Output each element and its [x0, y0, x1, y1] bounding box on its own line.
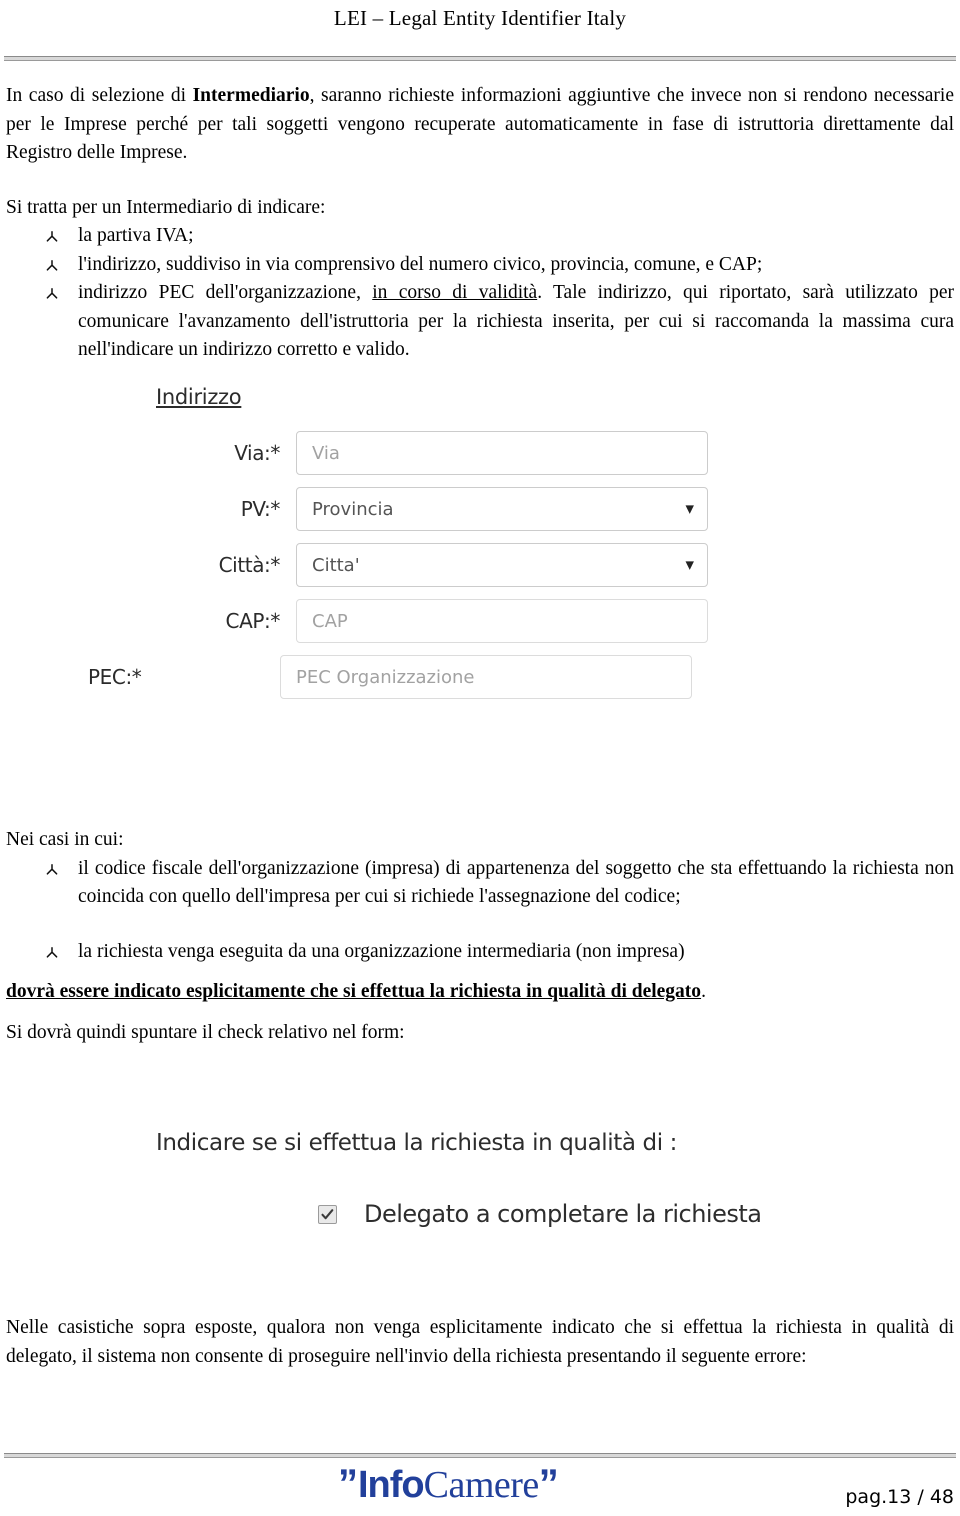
- paragraph-part-a: In caso di selezione di: [6, 85, 193, 106]
- form-row-via: Via:* Via: [150, 431, 810, 475]
- screenshot-indirizzo-form: Indirizzo Via:* Via PV:* Provincia ▼ Cit…: [88, 385, 810, 730]
- label-citta: Città:*: [218, 553, 281, 577]
- check-section-title: Indicare se si effettua la richiesta in …: [156, 1130, 677, 1156]
- input-cap[interactable]: CAP: [296, 599, 708, 643]
- footer-divider: [4, 1453, 956, 1458]
- logo-info-text: Info: [358, 1464, 425, 1506]
- page-number: pag.13 / 48: [845, 1486, 954, 1508]
- screenshot-delegato-check: Indicare se si effettua la richiesta in …: [150, 1130, 830, 1260]
- select-citta-value: Citta': [312, 554, 360, 576]
- chevron-down-icon: ▼: [685, 558, 694, 572]
- list-item-part-a: indirizzo PEC dell'organizzazione,: [78, 282, 373, 303]
- chevron-down-icon: ▼: [685, 502, 694, 516]
- select-citta[interactable]: Citta' ▼: [296, 543, 708, 587]
- wingding-bullet-icon: [44, 222, 60, 250]
- checkmark-icon: [321, 1208, 334, 1219]
- list-item-label: l'indirizzo, suddiviso in via comprensiv…: [78, 253, 763, 275]
- list-item-underlined-phrase: in corso di validità: [372, 282, 538, 303]
- document-page: LEI – Legal Entity Identifier Italy In c…: [0, 0, 960, 1516]
- input-pec[interactable]: PEC Organizzazione: [280, 655, 692, 699]
- wingding-bullet-icon: [44, 251, 60, 279]
- paragraph-nei-casi: Nei casi in cui:: [6, 829, 124, 850]
- wingding-bullet-icon: [44, 938, 60, 966]
- checkbox-delegato[interactable]: [318, 1204, 337, 1224]
- wingding-bullet-icon: [44, 279, 60, 307]
- list-item: indirizzo PEC dell'organizzazione, in co…: [6, 279, 954, 365]
- bullet-list-casi: il codice fiscale dell'organizzazione (i…: [6, 855, 954, 967]
- form-row-pec: PEC:* PEC Organizzazione: [88, 655, 810, 699]
- emphasis-text: dovrà essere indicato esplicitamente che…: [6, 981, 702, 1002]
- form-row-citta: Città:* Citta' ▼: [150, 543, 810, 587]
- list-item-label: la richiesta venga eseguita da una organ…: [78, 940, 685, 962]
- paragraph-si-tratta: Si tratta per un Intermediario di indica…: [6, 196, 326, 218]
- logo-camere-text: Camere: [423, 1464, 540, 1506]
- list-item: la richiesta venga eseguita da una organ…: [6, 938, 954, 967]
- input-via-placeholder: Via: [312, 442, 340, 464]
- select-provincia-value: Provincia: [312, 498, 394, 520]
- label-cap: CAP:*: [225, 609, 281, 633]
- input-pec-placeholder: PEC Organizzazione: [296, 666, 475, 688]
- wingding-bullet-icon: [44, 855, 60, 883]
- paragraph-emphasis-delegato: dovrà essere indicato esplicitamente che…: [6, 978, 954, 1007]
- logo-quote-close: ”: [538, 1462, 559, 1506]
- logo-quote-open: ”: [338, 1462, 358, 1506]
- page-header-title: LEI – Legal Entity Identifier Italy: [333, 6, 627, 30]
- input-cap-placeholder: CAP: [312, 610, 348, 632]
- checkbox-row-delegato[interactable]: Delegato a completare la richiesta: [318, 1200, 830, 1228]
- label-via: Via:*: [234, 441, 280, 465]
- document-body: In caso di selezione di Intermediario, s…: [6, 82, 954, 365]
- paragraph-emphasis-intermediario: Intermediario: [192, 85, 310, 106]
- list-item-label: la partiva IVA;: [78, 225, 194, 246]
- checkbox-delegato-label: Delegato a completare la richiesta: [364, 1200, 762, 1228]
- form-row-cap: CAP:* CAP: [150, 599, 810, 643]
- bullet-list-intermediario: la partiva IVA; l'indirizzo, suddiviso i…: [6, 222, 954, 365]
- document-body-lower: Nei casi in cui: il codice fiscale dell'…: [6, 826, 954, 1047]
- paragraph-errore: Nelle casistiche sopra esposte, qualora …: [6, 1317, 954, 1367]
- list-item: la partiva IVA;: [6, 222, 954, 251]
- emphasis-period: .: [701, 981, 706, 1002]
- input-via[interactable]: Via: [296, 431, 708, 475]
- list-item: il codice fiscale dell'organizzazione (i…: [6, 855, 954, 912]
- infocamere-logo: ”InfoCamere”: [338, 1462, 559, 1507]
- paragraph-intermediario: In caso di selezione di Intermediario, s…: [6, 82, 954, 168]
- list-item: l'indirizzo, suddiviso in via comprensiv…: [6, 251, 954, 280]
- list-item-label: il codice fiscale dell'organizzazione (i…: [78, 857, 954, 908]
- label-pv: PV:*: [240, 497, 281, 521]
- header-divider: [4, 56, 956, 61]
- paragraph-spuntare-check: Si dovrà quindi spuntare il check relati…: [6, 1021, 405, 1043]
- document-body-closing: Nelle casistiche sopra esposte, qualora …: [6, 1314, 954, 1371]
- select-provincia[interactable]: Provincia ▼: [296, 487, 708, 531]
- form-section-title: Indirizzo: [156, 385, 242, 409]
- label-pec: PEC:*: [88, 665, 142, 689]
- form-row-pv: PV:* Provincia ▼: [150, 487, 810, 531]
